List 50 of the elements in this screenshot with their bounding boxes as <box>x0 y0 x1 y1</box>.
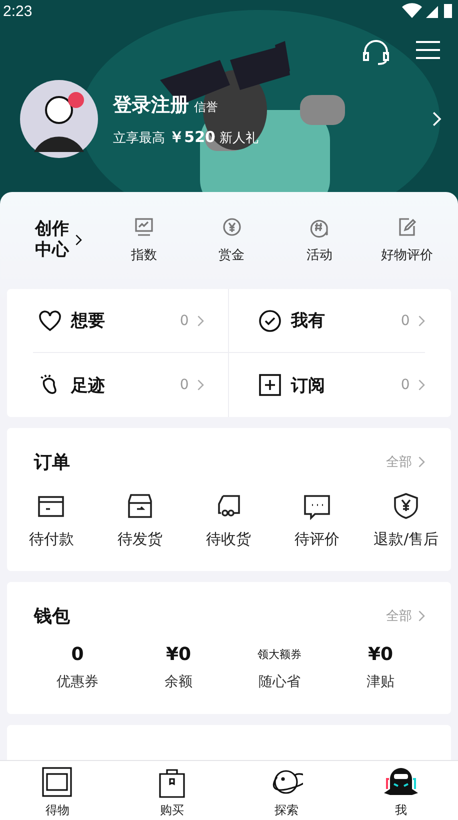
chevron-right-icon <box>432 111 442 127</box>
chevron-right-icon <box>418 610 425 622</box>
chevron-right-icon <box>418 379 425 391</box>
collection-item[interactable]: 足迹 0 <box>33 353 229 417</box>
wallet-item[interactable]: 领大额券 随心省 <box>229 642 330 692</box>
section-title: 订单 <box>34 451 70 474</box>
section-title: 钱包 <box>34 605 70 628</box>
shield-yen-icon <box>392 492 420 520</box>
edit-note-icon <box>396 216 418 238</box>
chevron-right-icon <box>418 456 425 468</box>
tab-item[interactable]: 购买 <box>114 761 229 820</box>
tab-item[interactable]: 得物 <box>0 761 114 820</box>
heart-icon <box>37 308 63 334</box>
avatar[interactable] <box>20 80 98 158</box>
chevron-right-icon <box>196 314 204 326</box>
status-icons <box>402 3 454 19</box>
plus-square-icon <box>257 372 283 398</box>
chevron-right-icon <box>418 314 425 326</box>
collection-item[interactable]: 想要 0 <box>33 289 229 353</box>
new-user-gift-text: 立享最高 ￥520 新人礼 <box>113 128 260 146</box>
chevron-right-icon <box>75 234 82 246</box>
order-status-item[interactable]: 待付款 <box>19 492 84 549</box>
creator-item[interactable]: 好物评价 <box>375 216 440 264</box>
tab-item[interactable]: 我 <box>344 761 458 820</box>
wallet-item[interactable]: 0 优惠券 <box>27 642 128 692</box>
wallet-item[interactable]: ¥0 余额 <box>128 642 229 692</box>
creator-item[interactable]: 赏金 <box>200 216 264 264</box>
headset-icon[interactable] <box>362 40 390 66</box>
order-status-item[interactable]: 待评价 <box>285 492 350 549</box>
status-time: 2:23 <box>3 2 32 20</box>
creator-center-button[interactable]: 创作 中心 <box>35 219 82 261</box>
order-status-item[interactable]: 待发货 <box>108 492 172 549</box>
menu-icon[interactable] <box>416 40 440 60</box>
creator-item[interactable]: 指数 <box>112 216 176 264</box>
chart-monitor-icon <box>133 216 156 238</box>
wallet-item[interactable]: ¥0 津贴 <box>330 642 431 692</box>
comment-icon <box>303 492 332 520</box>
order-status-item[interactable]: 退款/售后 <box>374 492 439 549</box>
tab-item[interactable]: 探索 <box>229 761 344 820</box>
chevron-right-icon <box>196 379 204 391</box>
credit-label: 信誉 <box>194 98 218 116</box>
collection-item[interactable]: 我有 0 <box>229 289 425 353</box>
yen-coin-icon <box>220 216 243 238</box>
box-icon <box>126 492 154 520</box>
creator-item[interactable]: 活动 <box>287 216 352 264</box>
check-circle-icon <box>257 308 283 334</box>
square-logo-icon <box>40 765 74 799</box>
collection-item[interactable]: 订阅 0 <box>229 353 425 417</box>
order-status-item[interactable]: 待收货 <box>196 492 260 549</box>
login-register-link[interactable]: 登录注册 <box>113 92 189 118</box>
